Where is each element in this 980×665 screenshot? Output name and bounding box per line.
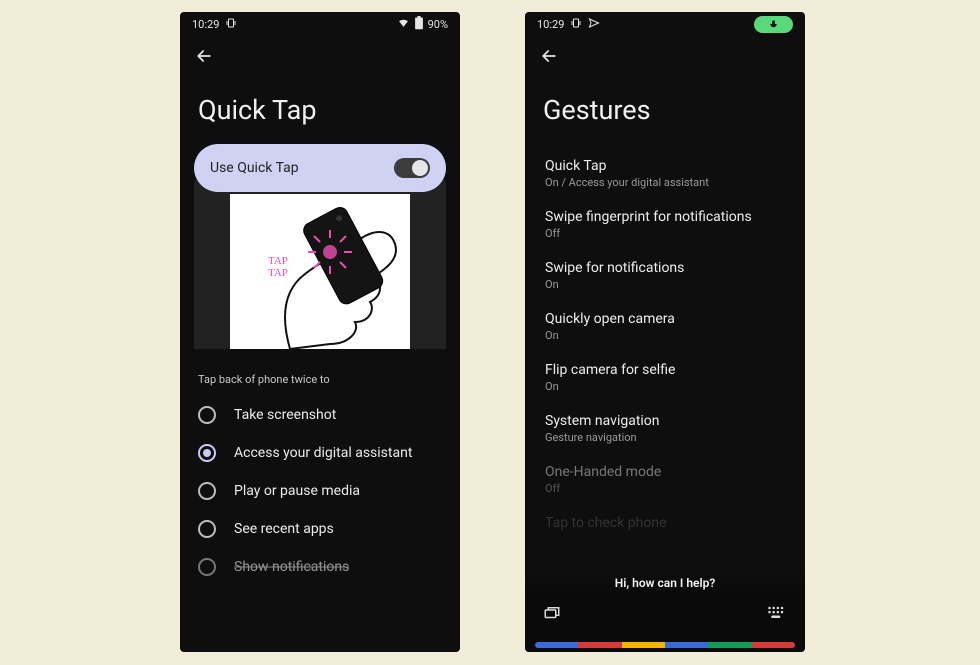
- quick-tap-action-list: Take screenshot Access your digital assi…: [180, 396, 460, 586]
- radio-play-pause-media[interactable]: Play or pause media: [188, 472, 452, 510]
- wifi-icon: [397, 16, 410, 32]
- radio-label: See recent apps: [234, 521, 334, 537]
- radio-label: Access your digital assistant: [234, 445, 412, 461]
- radio-icon: [198, 482, 216, 500]
- item-title: Flip camera for selfie: [545, 362, 785, 378]
- item-subtitle: Off: [545, 482, 785, 495]
- radio-icon: [198, 558, 216, 576]
- vibrate-icon: [225, 17, 237, 32]
- status-time: 10:29: [192, 18, 219, 31]
- item-title: Quickly open camera: [545, 311, 785, 327]
- item-subtitle: On: [545, 329, 785, 342]
- radio-icon: [198, 520, 216, 538]
- radio-icon: [198, 444, 216, 462]
- item-title: Tap to check phone: [545, 515, 785, 531]
- vibrate-icon: [570, 17, 582, 32]
- item-title: Swipe fingerprint for notifications: [545, 209, 785, 225]
- back-button[interactable]: [194, 46, 214, 66]
- use-quick-tap-toggle-row[interactable]: Use Quick Tap: [194, 144, 446, 192]
- battery-icon: [414, 16, 424, 33]
- gesture-item-open-camera[interactable]: Quickly open camera On: [525, 301, 805, 352]
- svg-text:TAP: TAP: [268, 267, 288, 279]
- item-title: Swipe for notifications: [545, 260, 785, 276]
- radio-digital-assistant[interactable]: Access your digital assistant: [188, 434, 452, 472]
- radio-see-recent-apps[interactable]: See recent apps: [188, 510, 452, 548]
- send-icon: [588, 17, 600, 32]
- item-title: Quick Tap: [545, 158, 785, 174]
- gesture-item-flip-camera[interactable]: Flip camera for selfie On: [525, 352, 805, 403]
- page-title: Quick Tap: [180, 72, 460, 144]
- gesture-item-one-handed[interactable]: One-Handed mode Off: [525, 454, 805, 505]
- assistant-suggestion-icon[interactable]: [543, 604, 561, 626]
- status-bar: 10:29: [525, 12, 805, 36]
- keyboard-icon[interactable]: [767, 605, 787, 625]
- gesture-item-quick-tap[interactable]: Quick Tap On / Access your digital assis…: [525, 148, 805, 199]
- item-subtitle: On: [545, 380, 785, 393]
- toggle-label: Use Quick Tap: [210, 160, 299, 176]
- quick-tap-screen: 10:29 90% Quick Tap Use Quick Tap: [180, 12, 460, 652]
- mic-active-pill[interactable]: [754, 16, 793, 33]
- tap-caption: TAP: [268, 255, 288, 267]
- status-time: 10:29: [537, 18, 564, 31]
- item-title: System navigation: [545, 413, 785, 429]
- radio-label: Play or pause media: [234, 483, 360, 499]
- radio-take-screenshot[interactable]: Take screenshot: [188, 396, 452, 434]
- toggle-switch[interactable]: [394, 158, 430, 178]
- gestures-list: Quick Tap On / Access your digital assis…: [525, 144, 805, 541]
- radio-label: Take screenshot: [234, 407, 336, 423]
- status-bar: 10:29 90%: [180, 12, 460, 36]
- radio-show-notifications[interactable]: Show notifications: [188, 548, 452, 586]
- item-subtitle: On: [545, 278, 785, 291]
- assistant-color-bar: [535, 642, 795, 648]
- item-subtitle: Gesture navigation: [545, 431, 785, 444]
- gesture-item-swipe-fingerprint[interactable]: Swipe fingerprint for notifications Off: [525, 199, 805, 250]
- radio-label: Show notifications: [234, 559, 349, 575]
- assistant-overlay: Hi, how can I help?: [525, 566, 805, 652]
- quick-tap-illustration: TAP TAP: [194, 180, 446, 349]
- item-subtitle: On / Access your digital assistant: [545, 176, 785, 189]
- gesture-item-tap-to-check[interactable]: Tap to check phone: [525, 505, 805, 541]
- gesture-item-swipe-notifications[interactable]: Swipe for notifications On: [525, 250, 805, 301]
- item-subtitle: Off: [545, 227, 785, 240]
- section-label: Tap back of phone twice to: [180, 349, 460, 396]
- back-button[interactable]: [539, 46, 559, 66]
- gestures-screen: 10:29 Gestures Quick Tap On / Access you…: [525, 12, 805, 652]
- gesture-item-system-navigation[interactable]: System navigation Gesture navigation: [525, 403, 805, 454]
- battery-percent: 90%: [428, 18, 448, 31]
- item-title: One-Handed mode: [545, 464, 785, 480]
- assistant-prompt: Hi, how can I help?: [615, 576, 716, 590]
- radio-icon: [198, 406, 216, 424]
- page-title: Gestures: [525, 72, 805, 144]
